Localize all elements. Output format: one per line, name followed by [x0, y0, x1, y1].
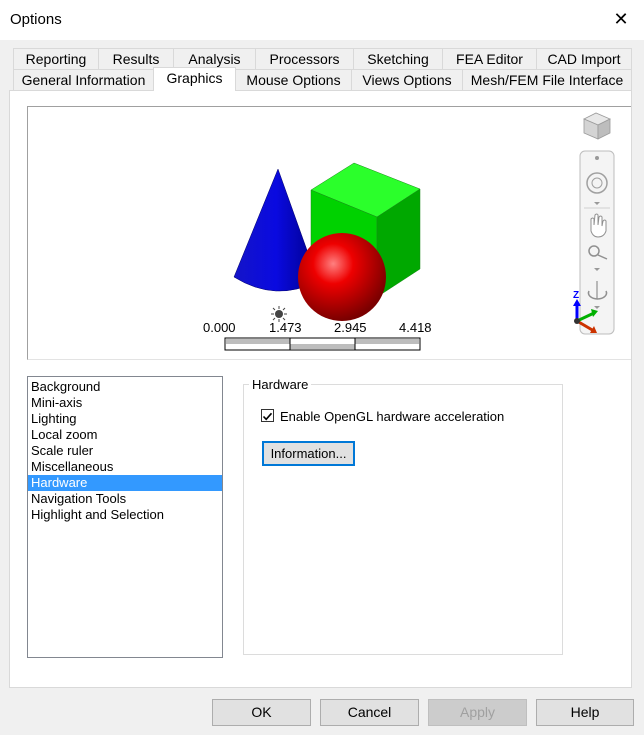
list-item-miscellaneous[interactable]: Miscellaneous	[28, 459, 222, 475]
list-item-local-zoom[interactable]: Local zoom	[28, 427, 222, 443]
list-item-highlight-and-selection[interactable]: Highlight and Selection	[28, 507, 222, 523]
apply-button[interactable]: Apply	[428, 699, 527, 726]
red-sphere	[298, 233, 386, 321]
title-bar: Options ✕	[0, 0, 644, 40]
hardware-group	[243, 384, 563, 655]
tab-results[interactable]: Results	[98, 48, 174, 69]
view-cube-icon[interactable]	[583, 112, 611, 140]
svg-text:Z: Z	[573, 290, 579, 301]
opengl-label[interactable]: Enable OpenGL hardware acceleration	[280, 409, 504, 424]
ok-button[interactable]: OK	[212, 699, 311, 726]
scale-tick-0: 0.000	[203, 320, 236, 335]
scale-tick-2: 2.945	[334, 320, 367, 335]
tab-mouse-options[interactable]: Mouse Options	[235, 69, 352, 90]
information-button[interactable]: Information...	[262, 441, 355, 466]
tab-mesh-fem-file-interface[interactable]: Mesh/FEM File Interface	[462, 69, 632, 90]
close-icon[interactable]: ✕	[610, 6, 632, 32]
hardware-group-title: Hardware	[249, 377, 312, 392]
list-item-scale-ruler[interactable]: Scale ruler	[28, 443, 222, 459]
tab-analysis[interactable]: Analysis	[173, 48, 256, 69]
graphics-preview: Z	[27, 106, 631, 360]
tab-graphics[interactable]: Graphics	[153, 67, 236, 91]
cancel-button[interactable]: Cancel	[320, 699, 419, 726]
tab-cad-import[interactable]: CAD Import	[536, 48, 632, 69]
tab-processors[interactable]: Processors	[255, 48, 354, 69]
list-item-hardware[interactable]: Hardware	[28, 475, 222, 491]
graphics-category-list[interactable]: Background Mini-axis Lighting Local zoom…	[27, 376, 223, 658]
navigation-bar	[579, 150, 615, 335]
tab-views-options[interactable]: Views Options	[351, 69, 463, 90]
list-item-navigation-tools[interactable]: Navigation Tools	[28, 491, 222, 507]
tab-reporting[interactable]: Reporting	[13, 48, 99, 69]
scale-tick-1: 1.473	[269, 320, 302, 335]
checkmark-icon	[262, 412, 273, 421]
scale-tick-3: 4.418	[399, 320, 432, 335]
scale-ruler	[224, 337, 421, 351]
window-title: Options	[10, 11, 62, 28]
preview-scene: Z	[224, 112, 615, 351]
tab-general-information[interactable]: General Information	[13, 69, 154, 90]
list-item-lighting[interactable]: Lighting	[28, 411, 222, 427]
list-item-background[interactable]: Background	[28, 379, 222, 395]
tab-fea-editor[interactable]: FEA Editor	[442, 48, 537, 69]
help-button[interactable]: Help	[536, 699, 634, 726]
tab-sketching[interactable]: Sketching	[353, 48, 443, 69]
list-item-mini-axis[interactable]: Mini-axis	[28, 395, 222, 411]
opengl-checkbox[interactable]	[261, 409, 274, 422]
